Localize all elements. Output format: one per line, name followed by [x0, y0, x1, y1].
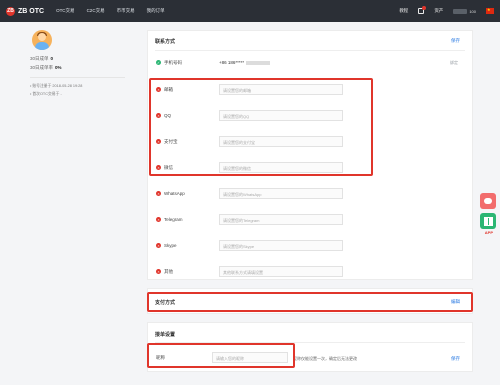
whatsapp-row: × WhatsApp 请设置您的WhatsApp	[156, 186, 464, 201]
nav-tutorial[interactable]: 教程	[399, 8, 408, 14]
close-icon: ×	[156, 243, 161, 248]
top-navbar: ZB ZB OTC OTC交易 C2C交易 币币交易 我的订单 教程 资产 10…	[0, 0, 500, 22]
close-icon: ×	[156, 87, 161, 92]
email-input[interactable]: 请设置您的邮箱	[219, 84, 343, 95]
skype-input[interactable]: 请设置您的Skype	[219, 240, 343, 251]
phone-row: ✓ 手机号码 +86 186***** 绑定	[156, 55, 464, 70]
other-label: 其他	[164, 268, 173, 274]
email-label: 邮箱	[164, 86, 173, 92]
main-nav: OTC交易 C2C交易 币币交易 我的订单	[56, 8, 165, 14]
qq-input[interactable]: 请设置您的QQ	[219, 110, 343, 121]
profile-card: 30日成单 0 30日成单率 0% • 账号注册于 2018-05-28 19:28…	[30, 30, 125, 97]
phone-bind-link[interactable]: 绑定	[450, 60, 458, 66]
notification-dot	[422, 6, 427, 10]
contact-title: 联系方式	[155, 39, 176, 45]
close-icon: ×	[156, 139, 161, 144]
user-account[interactable]: 100	[453, 8, 476, 14]
stat-rate: 30日成单率 0%	[30, 65, 125, 71]
logo-badge: ZB	[6, 6, 15, 16]
payment-panel: 支付方式 编辑	[147, 288, 473, 314]
asset-count: 100	[469, 8, 476, 14]
registered-date: • 账号注册于 2018-05-28 19:28	[30, 84, 83, 88]
qr-code-icon	[483, 216, 493, 226]
stat-orders-label: 30日成单	[30, 56, 49, 61]
nickname-hint: 昵称仅能设置一次，确定后无法更改	[293, 356, 357, 361]
phone-label: 手机号码	[164, 59, 182, 65]
order-title: 接单设置	[155, 332, 176, 338]
wechat-label: 微信	[164, 164, 173, 170]
chat-icon	[484, 198, 492, 204]
contact-divider	[155, 50, 465, 51]
stat-rate-value: 0%	[55, 65, 62, 70]
header-right: 教程 资产 100	[399, 0, 494, 22]
payment-title: 支付方式	[155, 300, 176, 306]
app-download-button[interactable]	[480, 213, 496, 229]
app-label[interactable]: APP	[485, 230, 493, 235]
nav-assets[interactable]: 资产	[434, 8, 443, 14]
order-save-link[interactable]: 保存	[451, 356, 460, 362]
nickname-input[interactable]: 请输入您的昵称	[212, 352, 288, 363]
alipay-input[interactable]: 请设置您的支付宝	[219, 136, 343, 147]
close-icon: ×	[156, 217, 161, 222]
close-icon: ×	[156, 165, 161, 170]
telegram-input[interactable]: 请设置您的Telegram	[219, 214, 343, 225]
close-icon: ×	[156, 269, 161, 274]
avatar	[32, 30, 52, 50]
other-input[interactable]: 其他联系方式请填设置	[219, 266, 343, 277]
contact-save-link[interactable]: 保存	[451, 38, 460, 44]
close-icon: ×	[156, 113, 161, 118]
logo-text: ZB OTC	[18, 7, 45, 15]
skype-row: × Skype 请设置您的Skype	[156, 238, 464, 253]
wechat-row: × 微信 请设置您的微信	[156, 160, 464, 175]
order-divider	[155, 342, 465, 343]
first-trade: • 首次OTC交易于 -	[30, 92, 62, 96]
masked-username	[453, 8, 468, 14]
nav-coin[interactable]: 币币交易	[117, 8, 135, 14]
avatar-body	[35, 42, 49, 50]
message-icon[interactable]	[418, 6, 427, 14]
stat-rate-label: 30日成单率	[30, 65, 54, 70]
qq-label: QQ	[164, 113, 172, 118]
nav-otc[interactable]: OTC交易	[56, 8, 75, 14]
avatar-head	[38, 33, 46, 41]
contact-panel: 联系方式 保存 ✓ 手机号码 +86 186***** 绑定 × 邮箱 请设置您…	[147, 30, 473, 280]
email-row: × 邮箱 请设置您的邮箱	[156, 82, 464, 97]
nav-c2c[interactable]: C2C交易	[87, 8, 105, 14]
customer-service-button[interactable]	[480, 193, 496, 209]
whatsapp-input[interactable]: 请设置您的WhatsApp	[219, 188, 343, 199]
telegram-label: Telegram	[164, 217, 183, 222]
phone-value: +86 186*****	[219, 60, 271, 65]
china-flag-icon[interactable]	[486, 7, 494, 14]
qq-row: × QQ 请设置您的QQ	[156, 108, 464, 123]
close-icon: ×	[156, 191, 161, 196]
order-settings-panel: 接单设置 昵称 请输入您的昵称 昵称仅能设置一次，确定后无法更改 保存	[147, 322, 473, 372]
stat-orders: 30日成单 0	[30, 56, 125, 62]
stat-orders-value: 0	[50, 56, 54, 61]
skype-label: Skype	[164, 243, 177, 248]
nav-orders[interactable]: 我的订单	[147, 8, 165, 14]
nickname-label: 昵称	[156, 354, 165, 360]
alipay-row: × 支付宝 请设置您的支付宝	[156, 134, 464, 149]
profile-divider	[30, 77, 125, 78]
other-row: × 其他 其他联系方式请填设置	[156, 264, 464, 279]
logo[interactable]: ZB ZB OTC	[6, 6, 45, 16]
whatsapp-label: WhatsApp	[164, 191, 185, 196]
alipay-label: 支付宝	[164, 138, 178, 144]
wechat-input[interactable]: 请设置您的微信	[219, 162, 343, 173]
telegram-row: × Telegram 请设置您的Telegram	[156, 212, 464, 227]
check-icon: ✓	[156, 60, 161, 65]
payment-edit-link[interactable]: 编辑	[451, 299, 460, 305]
